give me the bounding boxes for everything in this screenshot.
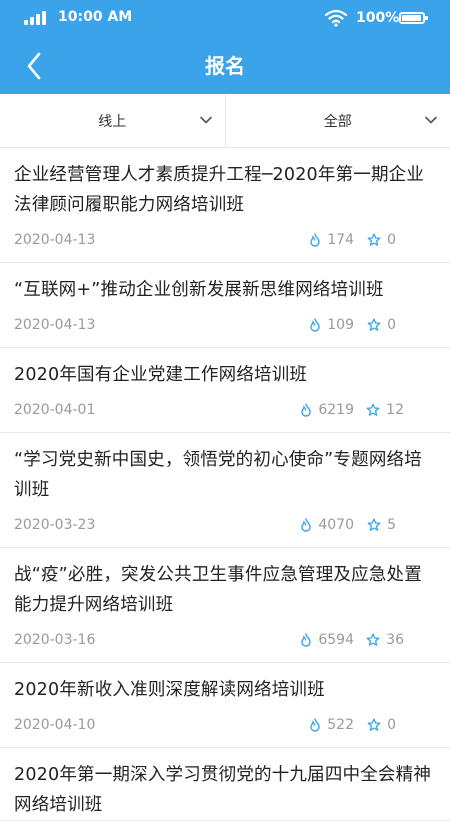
status-time: 10:00 AM [58,9,132,25]
item-meta: 2020-04-13 174 0 [14,220,436,262]
flame-icon [309,318,321,332]
chevron-down-icon [199,113,213,127]
star-icon [366,633,380,647]
view-count: 6594 [300,632,354,648]
item-date: 2020-04-10 [14,717,95,733]
star-icon [367,718,381,732]
view-count: 174 [309,232,354,248]
signal-icon [24,11,48,25]
filter-mode-dropdown[interactable]: 线上 [0,94,225,147]
favorite-count-value: 5 [387,517,396,533]
wifi-icon [325,9,347,27]
list-item[interactable]: 2020年国有企业党建工作网络培训班 2020-04-01 6219 12 [0,348,450,433]
view-count-value: 6219 [318,402,354,418]
star-icon [367,318,381,332]
view-count: 522 [309,717,354,733]
favorite-count: 5 [367,517,396,533]
list-item[interactable]: 2020年第一期深入学习贯彻党的十九届四中全会精神网络培训班 [0,748,450,821]
item-meta: 2020-03-23 4070 5 [14,505,436,547]
item-title: 企业经营管理人才素质提升工程─2020年第一期企业法律顾问履职能力网络培训班 [14,160,436,220]
item-date: 2020-03-23 [14,517,95,533]
filter-category-dropdown[interactable]: 全部 [225,94,450,147]
filter-mode-label: 线上 [98,111,126,131]
flame-icon [300,518,312,532]
flame-icon [300,403,312,417]
item-meta: 2020-04-01 6219 12 [14,390,436,432]
favorite-count: 12 [366,402,404,418]
filter-category-label: 全部 [324,111,352,131]
view-count: 4070 [300,517,354,533]
list-item[interactable]: “互联网+”推动企业创新发展新思维网络培训班 2020-04-13 109 0 [0,263,450,348]
favorite-count-value: 0 [387,717,396,733]
status-bar: 10:00 AM 100% [0,0,450,36]
view-count-value: 6594 [318,632,354,648]
star-icon [367,233,381,247]
item-title: 战“疫”必胜，突发公共卫生事件应急管理及应急处置能力提升网络培训班 [14,560,436,620]
item-meta: 2020-03-16 6594 36 [14,620,436,662]
view-count-value: 522 [327,717,354,733]
flame-icon [309,718,321,732]
view-count: 6219 [300,402,354,418]
star-icon [367,518,381,532]
list-item[interactable]: “学习党史新中国史，领悟党的初心使命”专题网络培训班 2020-03-23 40… [0,433,450,548]
app-header: 10:00 AM 100% 报名 [0,0,450,94]
favorite-count-value: 0 [387,232,396,248]
view-count-value: 109 [327,317,354,333]
item-title: 2020年第一期深入学习贯彻党的十九届四中全会精神网络培训班 [14,760,436,820]
list-item[interactable]: 2020年新收入准则深度解读网络培训班 2020-04-10 522 0 [0,663,450,748]
item-date: 2020-04-01 [14,402,95,418]
item-date: 2020-04-13 [14,232,95,248]
page-title: 报名 [0,50,450,79]
item-title: 2020年国有企业党建工作网络培训班 [14,360,436,390]
item-title: “互联网+”推动企业创新发展新思维网络培训班 [14,275,436,305]
item-title: “学习党史新中国史，领悟党的初心使命”专题网络培训班 [14,445,436,505]
star-icon [366,403,380,417]
chevron-down-icon [424,113,438,127]
item-meta: 2020-04-10 522 0 [14,705,436,747]
favorite-count: 36 [366,632,404,648]
list-item[interactable]: 企业经营管理人才素质提升工程─2020年第一期企业法律顾问履职能力网络培训班 2… [0,148,450,263]
view-count: 109 [309,317,354,333]
favorite-count: 0 [367,717,396,733]
item-meta: 2020-04-13 109 0 [14,305,436,347]
item-date: 2020-04-13 [14,317,95,333]
view-count-value: 174 [327,232,354,248]
favorite-count-value: 36 [386,632,404,648]
flame-icon [300,633,312,647]
item-date: 2020-03-16 [14,632,95,648]
filter-bar: 线上 全部 [0,94,450,148]
flame-icon [309,233,321,247]
favorite-count: 0 [367,317,396,333]
battery-percent: 100% [356,10,399,26]
item-title: 2020年新收入准则深度解读网络培训班 [14,675,436,705]
favorite-count: 0 [367,232,396,248]
list-item[interactable]: 战“疫”必胜，突发公共卫生事件应急管理及应急处置能力提升网络培训班 2020-0… [0,548,450,663]
favorite-count-value: 12 [386,402,404,418]
view-count-value: 4070 [318,517,354,533]
battery-icon [399,12,425,24]
favorite-count-value: 0 [387,317,396,333]
course-list: 企业经营管理人才素质提升工程─2020年第一期企业法律顾问履职能力网络培训班 2… [0,148,450,821]
